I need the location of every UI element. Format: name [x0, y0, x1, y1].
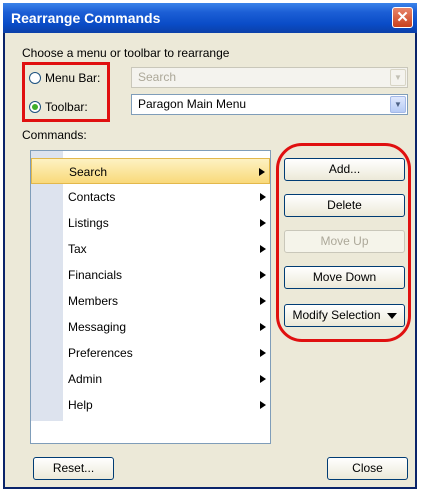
close-button[interactable]: Close — [327, 457, 408, 480]
commands-label: Commands: — [22, 128, 87, 142]
list-item[interactable]: Messaging — [31, 314, 270, 340]
list-item[interactable]: Tax — [31, 236, 270, 262]
list-item[interactable]: Help — [31, 392, 270, 418]
list-item[interactable]: Preferences — [31, 340, 270, 366]
menu-bar-radio[interactable] — [29, 72, 41, 84]
submenu-arrow-icon — [260, 401, 266, 409]
menu-bar-label: Menu Bar: — [45, 71, 101, 85]
submenu-arrow-icon — [260, 245, 266, 253]
submenu-arrow-icon — [260, 323, 266, 331]
list-item[interactable]: Contacts — [31, 184, 270, 210]
add-button[interactable]: Add... — [284, 158, 405, 181]
menu-bar-combo[interactable]: Search ▼ — [131, 67, 408, 88]
title-bar[interactable]: Rearrange Commands ✕ — [3, 3, 417, 33]
list-item[interactable]: Financials — [31, 262, 270, 288]
submenu-arrow-icon — [260, 219, 266, 227]
submenu-arrow-icon — [260, 375, 266, 383]
highlight-box-radios: Menu Bar: Toolbar: — [22, 62, 110, 122]
list-item-label: Contacts — [68, 190, 116, 204]
list-item[interactable]: Search — [31, 158, 270, 184]
submenu-arrow-icon — [259, 168, 265, 176]
chevron-down-icon[interactable]: ▼ — [390, 69, 406, 86]
toolbar-label: Toolbar: — [45, 100, 88, 114]
toolbar-radio[interactable] — [29, 101, 41, 113]
list-item-label: Messaging — [68, 320, 127, 334]
list-item-label: Financials — [68, 268, 123, 282]
move-up-button: Move Up — [284, 230, 405, 253]
delete-button[interactable]: Delete — [284, 194, 405, 217]
list-item-label: Help — [68, 398, 93, 412]
submenu-arrow-icon — [260, 193, 266, 201]
list-item[interactable]: Admin — [31, 366, 270, 392]
list-item-label: Tax — [68, 242, 87, 256]
toolbar-combo[interactable]: Paragon Main Menu ▼ — [131, 94, 408, 115]
list-item[interactable]: Listings — [31, 210, 270, 236]
list-item-label: Preferences — [68, 346, 133, 360]
list-item-label: Listings — [68, 216, 109, 230]
reset-button[interactable]: Reset... — [33, 457, 114, 480]
list-item[interactable]: Members — [31, 288, 270, 314]
close-icon[interactable]: ✕ — [392, 7, 413, 28]
dialog-title: Rearrange Commands — [11, 10, 161, 26]
menu-bar-combo-value: Search — [138, 70, 177, 84]
commands-list[interactable]: Search Contacts Listings Tax Financials … — [30, 150, 271, 444]
submenu-arrow-icon — [260, 271, 266, 279]
list-item-label: Members — [68, 294, 119, 308]
move-down-button[interactable]: Move Down — [284, 266, 405, 289]
submenu-arrow-icon — [260, 297, 266, 305]
toolbar-combo-value: Paragon Main Menu — [138, 97, 247, 111]
chevron-down-icon — [386, 312, 397, 319]
chevron-down-icon[interactable]: ▼ — [390, 96, 406, 113]
menu-bar-option[interactable]: Menu Bar: — [29, 71, 100, 85]
modify-selection-button[interactable]: Modify Selection — [284, 304, 405, 327]
toolbar-option[interactable]: Toolbar: — [29, 100, 88, 114]
choose-menu-label: Choose a menu or toolbar to rearrange — [22, 46, 230, 60]
list-item-label: Search — [69, 165, 108, 179]
submenu-arrow-icon — [260, 349, 266, 357]
list-item-label: Admin — [68, 372, 103, 386]
modify-selection-label: Modify Selection — [292, 308, 381, 322]
